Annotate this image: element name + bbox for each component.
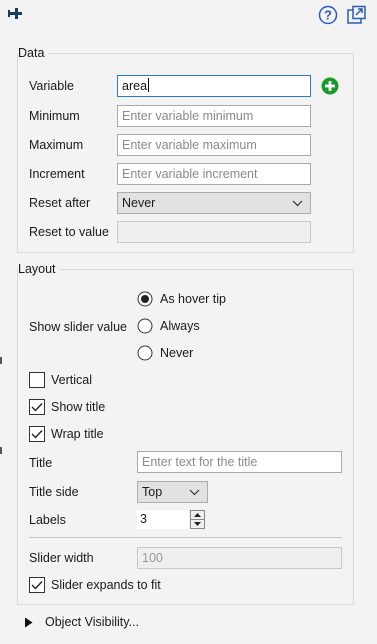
title-side-select[interactable]: Top <box>137 481 208 503</box>
variable-value: area <box>122 79 148 93</box>
title-side-label: Title side <box>29 485 79 499</box>
reset-after-select[interactable]: Never <box>117 192 311 214</box>
radio-label: Always <box>160 319 200 333</box>
reset-after-value: Never <box>122 196 156 210</box>
reset-after-label: Reset after <box>29 196 91 210</box>
labels-value[interactable]: 3 <box>137 510 189 529</box>
object-visibility-label: Object Visibility... <box>45 615 140 629</box>
maximum-input[interactable]: Enter variable maximum <box>117 134 311 156</box>
layout-group-title: Layout <box>18 262 60 276</box>
chevron-down-icon <box>189 489 200 496</box>
reset-to-value-input[interactable] <box>117 221 311 243</box>
object-visibility-toggle[interactable]: Object Visibility... <box>24 614 184 632</box>
checkbox-checked-icon <box>29 399 45 415</box>
radio-label: Never <box>160 346 194 360</box>
minimum-input[interactable]: Enter variable minimum <box>117 105 311 127</box>
radio-unselected-icon <box>137 318 153 334</box>
title-label: Title <box>29 456 53 470</box>
checkbox-checked-icon <box>29 426 45 442</box>
left-edge-mark <box>0 447 2 454</box>
title-input[interactable]: Enter text for the title <box>137 451 342 473</box>
radio-selected-icon <box>137 291 153 307</box>
show-slider-value-label: Show slider value <box>29 320 127 334</box>
pin-icon[interactable] <box>6 6 26 22</box>
variable-input[interactable]: area <box>117 75 311 97</box>
checkbox-unchecked-icon <box>29 372 45 388</box>
popout-icon[interactable] <box>346 5 367 25</box>
text-caret <box>148 78 150 92</box>
spin-buttons-icon[interactable] <box>190 510 205 529</box>
increment-input[interactable]: Enter variable increment <box>117 163 311 185</box>
minimum-label: Minimum <box>29 109 80 123</box>
add-variable-icon[interactable] <box>321 77 339 95</box>
data-group-title: Data <box>18 46 49 60</box>
labels-spinbox[interactable]: 3 <box>137 510 206 529</box>
maximum-label: Maximum <box>29 138 84 152</box>
checkbox-label: Vertical <box>51 373 92 387</box>
left-edge-mark <box>0 357 2 364</box>
variable-label: Variable <box>29 79 74 93</box>
radio-unselected-icon <box>137 345 153 361</box>
labels-label: Labels <box>29 513 66 527</box>
help-icon[interactable]: ? <box>318 5 338 25</box>
slider-width-input[interactable]: 100 <box>137 547 342 569</box>
layout-divider <box>29 537 342 538</box>
checkbox-checked-icon <box>29 577 45 593</box>
chevron-down-icon <box>292 200 303 207</box>
checkbox-label: Show title <box>51 400 106 414</box>
slider-width-label: Slider width <box>29 551 94 565</box>
checkbox-label: Slider expands to fit <box>51 578 161 592</box>
radio-label: As hover tip <box>160 292 227 306</box>
increment-label: Increment <box>29 167 85 181</box>
svg-text:?: ? <box>324 8 332 23</box>
title-side-value: Top <box>142 485 163 499</box>
reset-to-value-label: Reset to value <box>29 225 109 239</box>
caret-right-icon <box>25 617 33 628</box>
checkbox-label: Wrap title <box>51 427 104 441</box>
